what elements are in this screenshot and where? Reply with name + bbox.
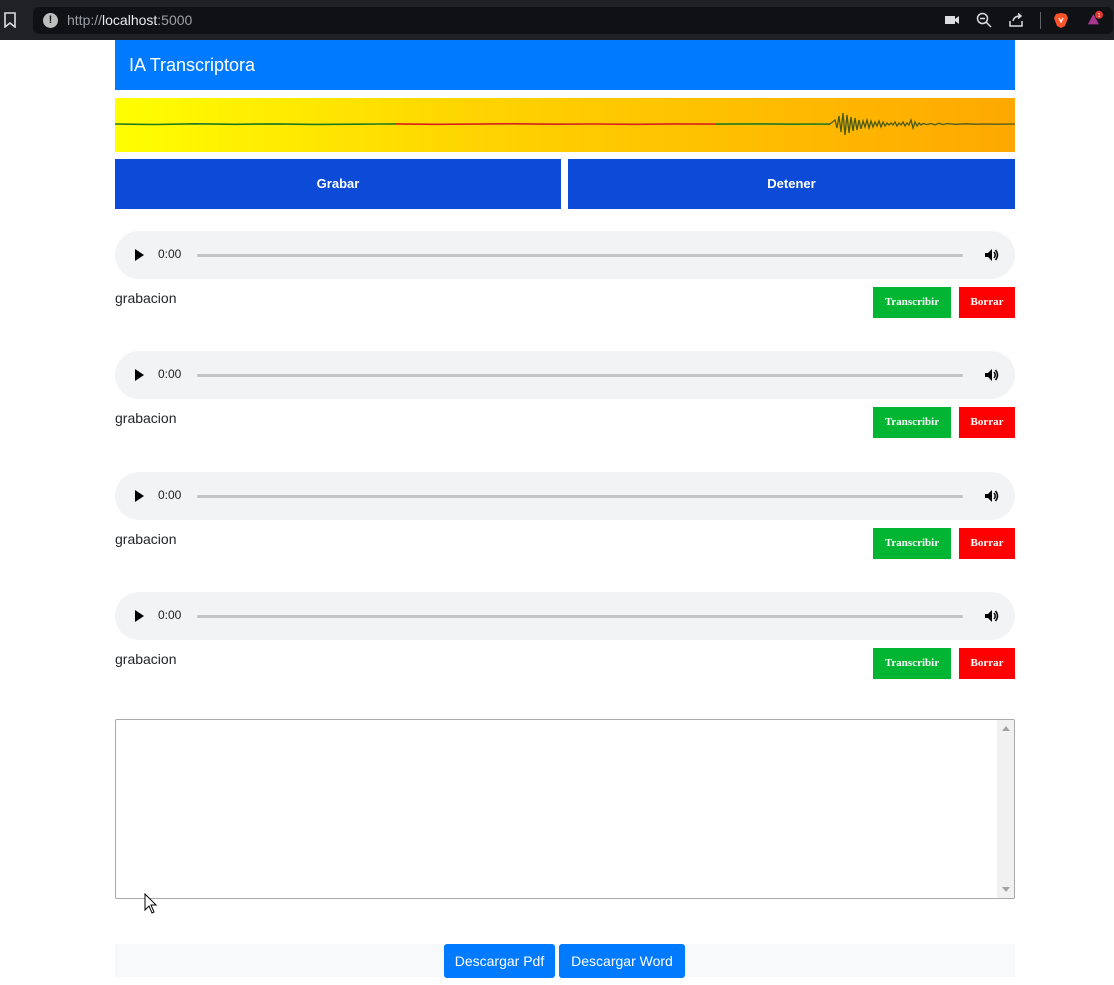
stop-button[interactable]: Detener xyxy=(568,159,1015,209)
recording-item: 0:00 grabacion Transcribir Borrar xyxy=(115,351,1015,441)
player-time: 0:00 xyxy=(158,608,182,622)
transcribe-button[interactable]: Transcribir xyxy=(873,407,951,438)
url-text[interactable]: http://localhost:5000 xyxy=(67,12,192,28)
play-icon[interactable] xyxy=(135,249,144,261)
info-icon[interactable]: ! xyxy=(43,13,58,28)
zoom-icon[interactable] xyxy=(976,12,992,28)
delete-button[interactable]: Borrar xyxy=(959,528,1015,559)
bookmark-icon[interactable] xyxy=(4,12,16,28)
camera-icon[interactable] xyxy=(944,12,960,28)
progress-track[interactable] xyxy=(197,254,963,257)
volume-icon[interactable] xyxy=(984,608,1000,624)
volume-icon[interactable] xyxy=(984,367,1000,383)
browser-toolbar: ! http://localhost:5000 1 xyxy=(0,0,1114,40)
waveform-burst xyxy=(829,112,1015,136)
recording-label: grabacion xyxy=(115,651,177,667)
recording-item: 0:00 grabacion Transcribir Borrar xyxy=(115,231,1015,321)
progress-track[interactable] xyxy=(197,374,963,377)
scroll-up-icon[interactable] xyxy=(1002,726,1010,731)
progress-track[interactable] xyxy=(197,615,963,618)
play-icon[interactable] xyxy=(135,369,144,381)
delete-button[interactable]: Borrar xyxy=(959,287,1015,318)
brave-icon[interactable] xyxy=(1053,12,1069,28)
player-time: 0:00 xyxy=(158,488,182,502)
toolbar-separator xyxy=(1040,12,1041,29)
waveform-graph xyxy=(115,112,1015,136)
waveform-visualizer xyxy=(115,98,1015,152)
recording-item: 0:00 grabacion Transcribir Borrar xyxy=(115,472,1015,562)
textarea-scrollbar[interactable] xyxy=(997,720,1014,898)
player-time: 0:00 xyxy=(158,247,182,261)
waveform-left-segment xyxy=(115,122,396,126)
audio-player: 0:00 xyxy=(115,351,1015,399)
waveform-center-segment xyxy=(394,122,716,126)
transcribe-button[interactable]: Transcribir xyxy=(873,648,951,679)
player-time: 0:00 xyxy=(158,367,182,381)
play-icon[interactable] xyxy=(135,490,144,502)
scroll-down-icon[interactable] xyxy=(1002,887,1010,892)
recording-label: grabacion xyxy=(115,531,177,547)
play-icon[interactable] xyxy=(135,610,144,622)
audio-player: 0:00 xyxy=(115,472,1015,520)
volume-icon[interactable] xyxy=(984,247,1000,263)
app-title: IA Transcriptora xyxy=(129,55,256,75)
delete-button[interactable]: Borrar xyxy=(959,648,1015,679)
transcribe-button[interactable]: Transcribir xyxy=(873,287,951,318)
share-icon[interactable] xyxy=(1008,12,1024,28)
volume-icon[interactable] xyxy=(984,488,1000,504)
mouse-cursor-icon xyxy=(144,893,158,914)
audio-player: 0:00 xyxy=(115,592,1015,640)
recording-label: grabacion xyxy=(115,290,177,306)
transcript-textarea[interactable] xyxy=(115,719,1015,899)
delete-button[interactable]: Borrar xyxy=(959,407,1015,438)
transcribe-button[interactable]: Transcribir xyxy=(873,528,951,559)
download-pdf-button[interactable]: Descargar Pdf xyxy=(444,944,555,978)
recording-item: 0:00 grabacion Transcribir Borrar xyxy=(115,592,1015,682)
audio-player: 0:00 xyxy=(115,231,1015,279)
rewards-icon[interactable]: 1 xyxy=(1087,10,1103,26)
app-header: IA Transcriptora xyxy=(115,40,1015,90)
progress-track[interactable] xyxy=(197,495,963,498)
download-word-button[interactable]: Descargar Word xyxy=(559,944,685,978)
download-bar: Descargar Pdf Descargar Word xyxy=(115,944,1015,978)
recording-label: grabacion xyxy=(115,410,177,426)
svg-text:1: 1 xyxy=(1097,13,1100,19)
record-button[interactable]: Grabar xyxy=(115,159,561,209)
